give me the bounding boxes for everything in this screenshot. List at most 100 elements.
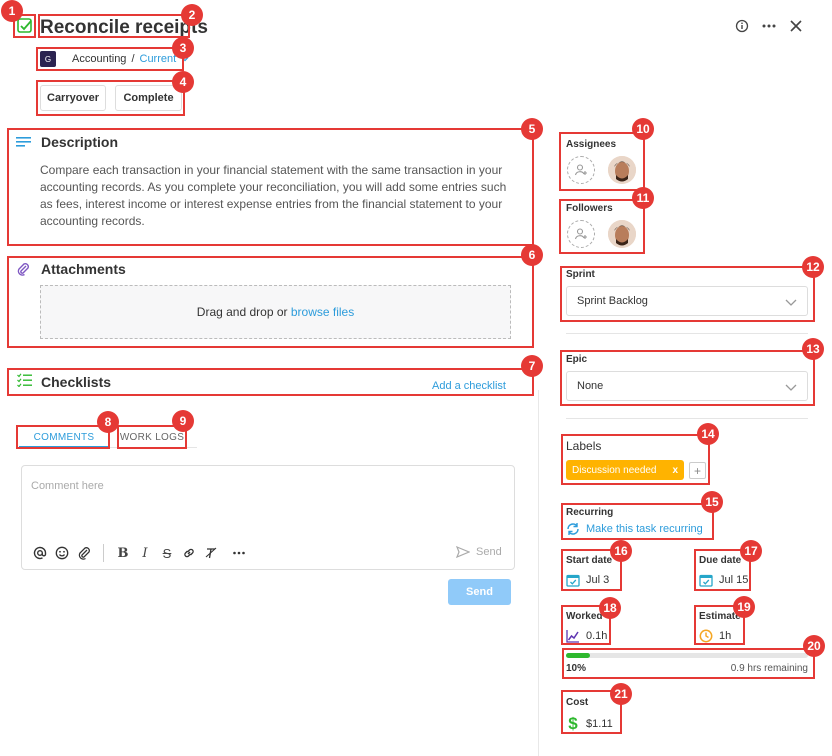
followers-label: Followers	[566, 203, 613, 214]
description-title: Description	[41, 134, 119, 150]
more-options-icon[interactable]	[230, 544, 248, 562]
annotation-marker: 12	[802, 256, 824, 278]
column-divider	[538, 390, 539, 756]
worked-label: Worked	[566, 611, 603, 622]
checklist-icon	[17, 373, 33, 388]
annotation-marker: 2	[181, 4, 203, 26]
italic-icon[interactable]: I	[136, 544, 154, 562]
epic-select[interactable]: None	[566, 371, 808, 401]
browse-files-link[interactable]: browse files	[291, 305, 354, 319]
epic-label: Epic	[566, 354, 588, 365]
annotation-marker: 10	[632, 118, 654, 140]
tab-comments-underline	[19, 446, 109, 448]
progress-bar	[566, 653, 808, 658]
calendar-icon	[699, 573, 713, 587]
labels-label: Labels	[566, 439, 602, 453]
mention-icon[interactable]	[31, 544, 49, 562]
tabs-baseline	[109, 447, 197, 448]
annotation-marker: 15	[701, 491, 723, 513]
clock-icon	[699, 629, 713, 643]
annotation-marker: 4	[172, 71, 194, 93]
assignee-avatar[interactable]	[608, 156, 636, 184]
annotation-marker: 5	[521, 118, 543, 140]
cost-label: Cost	[566, 697, 589, 708]
epic-value: None	[577, 380, 604, 392]
worked-field[interactable]: 0.1h	[566, 629, 607, 643]
add-user-icon	[574, 164, 587, 176]
annotation-marker: 16	[610, 540, 632, 562]
clear-format-icon[interactable]	[202, 544, 220, 562]
start-date-label: Start date	[566, 555, 613, 566]
attach-icon[interactable]	[75, 544, 93, 562]
more-icon[interactable]	[761, 19, 777, 33]
annotation-marker: 7	[521, 355, 543, 377]
inline-send[interactable]: Send	[456, 546, 502, 558]
breadcrumb-separator: /	[131, 53, 135, 65]
recurring-link-row[interactable]: Make this task recurring	[566, 522, 703, 536]
calendar-icon	[566, 573, 580, 587]
due-date-value: Jul 15	[719, 574, 749, 586]
label-tag[interactable]: Discussion needed x	[566, 460, 684, 480]
breadcrumb-project[interactable]: Accounting	[72, 53, 126, 65]
sidebar-divider	[566, 333, 808, 334]
dropzone-text: Drag and drop or	[196, 305, 291, 319]
progress-percent: 10%	[566, 663, 587, 674]
annotation-marker: 20	[803, 635, 825, 657]
close-icon[interactable]	[789, 19, 803, 33]
annotation-marker: 14	[697, 423, 719, 445]
add-follower-button[interactable]	[567, 220, 595, 248]
label-tag-text: Discussion needed	[572, 464, 657, 476]
carryover-button[interactable]: Carryover	[40, 85, 106, 111]
annotation-marker: 6	[521, 244, 543, 266]
project-badge: G	[40, 51, 56, 67]
comment-toolbar: B I S	[31, 544, 248, 562]
start-date-field[interactable]: Jul 3	[566, 573, 609, 587]
add-assignee-button[interactable]	[567, 156, 595, 184]
due-date-field[interactable]: Jul 15	[699, 573, 748, 587]
remove-label-icon[interactable]: x	[672, 465, 678, 476]
dollar-icon: $	[568, 714, 578, 733]
annotation-marker: 3	[172, 37, 194, 59]
description-text[interactable]: Compare each transaction in your financi…	[40, 162, 510, 230]
add-label-button[interactable]: +	[689, 462, 706, 479]
repeat-icon	[566, 522, 580, 536]
info-icon[interactable]	[735, 19, 749, 33]
breadcrumb-sprint[interactable]: Current	[140, 53, 177, 65]
cost-value: $1.11	[586, 718, 613, 730]
add-user-icon	[574, 228, 587, 240]
attachments-title: Attachments	[41, 261, 126, 277]
attachments-dropzone[interactable]: Drag and drop or browse files	[40, 285, 511, 339]
toolbar-divider	[103, 544, 104, 562]
comment-input[interactable]: Comment here	[31, 480, 104, 492]
emoji-icon[interactable]	[53, 544, 71, 562]
annotation-marker: 11	[632, 187, 654, 209]
strikethrough-icon[interactable]: S	[158, 544, 176, 562]
worked-value: 0.1h	[586, 630, 608, 642]
recurring-label: Recurring	[566, 507, 614, 518]
sidebar-divider	[566, 418, 808, 419]
send-icon	[456, 546, 470, 558]
link-icon[interactable]	[180, 544, 198, 562]
description-icon	[16, 135, 32, 149]
annotation-marker: 13	[802, 338, 824, 360]
annotation-marker: 9	[172, 410, 194, 432]
send-button[interactable]: Send	[448, 579, 511, 605]
progress-fill	[566, 653, 591, 658]
paperclip-icon	[16, 262, 30, 276]
annotation-marker: 18	[599, 597, 621, 619]
comment-box[interactable]: Comment here B I S Send	[21, 465, 515, 570]
annotation-marker: 19	[733, 596, 755, 618]
add-checklist-link[interactable]: Add a checklist	[432, 380, 506, 392]
sprint-label: Sprint	[566, 269, 595, 280]
make-recurring-link[interactable]: Make this task recurring	[586, 523, 703, 535]
follower-avatar[interactable]	[608, 220, 636, 248]
complete-button[interactable]: Complete	[115, 85, 182, 111]
tab-comments[interactable]: COMMENTS	[19, 427, 109, 447]
sprint-select[interactable]: Sprint Backlog	[566, 286, 808, 316]
bold-icon[interactable]: B	[114, 544, 132, 562]
progress-remaining: 0.9 hrs remaining	[730, 663, 808, 674]
estimate-field[interactable]: 1h	[699, 629, 731, 643]
start-date-value: Jul 3	[586, 574, 610, 586]
due-date-label: Due date	[699, 555, 742, 566]
annotation-marker: 1	[1, 0, 23, 22]
